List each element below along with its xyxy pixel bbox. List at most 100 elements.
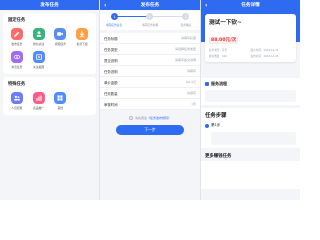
task-type-label: 商品推广: [33, 106, 45, 110]
screenshot-icon: [32, 51, 45, 63]
service-flow-header: 服务流程: [201, 78, 300, 90]
step-track-done: [114, 16, 150, 17]
rules-link[interactable]: 《任务发布规则》: [147, 116, 171, 120]
task-type-label: 关注截图: [33, 65, 45, 69]
task-type-label: 视频任务: [54, 42, 66, 46]
form-label: 单价金额: [104, 80, 118, 85]
service-flow-section: 服务流程: [201, 78, 300, 105]
more-tasks-title: 更多赚钱任务: [205, 154, 232, 159]
section-fixed-tasks: 固定任务 发布任务 微信关注 视频任务 投票下载浏览任务 关注截图: [3, 13, 96, 74]
task-type-label: 浏览任务: [11, 65, 23, 69]
task-type-item[interactable]: 视频任务: [50, 28, 72, 46]
agree-checkbox[interactable]: [128, 116, 133, 120]
form-label: 任务数量: [104, 91, 118, 96]
task-price: 88.00元/次: [209, 36, 239, 44]
form-row[interactable]: 任务说明 请填写: [100, 66, 200, 77]
form-row[interactable]: 单价金额 ≥0.3元: [100, 77, 200, 88]
form-label: 任务类型: [104, 47, 118, 52]
task-type-item[interactable]: 人员招募: [6, 92, 28, 110]
form-label: 提交说明: [104, 58, 118, 63]
download-icon: [76, 28, 89, 40]
form-row[interactable]: 任务类型 请选择任务类型: [100, 44, 200, 55]
grid-icon: [54, 92, 67, 104]
task-type-item[interactable]: 投票下载: [71, 28, 93, 46]
edit-icon: [10, 28, 23, 40]
chart-icon: [32, 92, 45, 104]
form-value[interactable]: 请填写标题: [181, 36, 196, 40]
meta-remaining: 剩余数量：100: [209, 55, 227, 58]
step-dot-icon: [205, 123, 209, 128]
form-row[interactable]: 任务标题 请填写标题: [100, 33, 200, 44]
panel3-title: 任务详情: [241, 3, 260, 8]
task-detail-panel: ‹ 任务详情 测试一下钦~ 88.00元/次 任务类型：任务 截止时间：2023…: [201, 0, 300, 200]
task-title: 测试一下钦~: [209, 20, 242, 26]
step-label-2: 填写任务步骤: [141, 23, 159, 27]
section-fixed-title: 固定任务: [8, 18, 26, 23]
task-type-item[interactable]: 微信关注: [28, 28, 50, 46]
step-label-1: 填写任务信息: [105, 23, 123, 27]
panel1-header: 发布任务: [0, 0, 99, 10]
service-flow-content: [205, 90, 296, 102]
task-type-item[interactable]: 关注截图: [28, 51, 50, 69]
form-row[interactable]: 审核时间 1天: [100, 99, 200, 110]
step-node-2: 2: [146, 13, 153, 20]
detail-hero: ‹ 任务详情 测试一下钦~ 88.00元/次 任务类型：任务 截止时间：2023…: [201, 0, 300, 62]
form-label: 任务标题: [104, 36, 118, 41]
next-button[interactable]: 下一步: [116, 125, 184, 135]
form-value[interactable]: 请选择任务类型: [175, 47, 196, 51]
step-label-3: 任务确认: [180, 23, 192, 27]
task-steps-section: 任务步骤 第1步: [201, 108, 300, 148]
meta-published: 发布时间：2023-12-01: [250, 55, 279, 58]
people-icon: [10, 92, 23, 104]
form-label: 审核时间: [104, 102, 118, 107]
section-special-tasks: 特殊任务 人员招募 商品推广 其他: [3, 77, 96, 115]
step-1-row: 第1步: [201, 121, 300, 130]
fixed-task-grid: 发布任务 微信关注 视频任务 投票下载浏览任务 关注截图: [6, 28, 93, 69]
progress-steps: 1 2 3 填写任务信息 填写任务步骤 任务确认: [100, 10, 200, 30]
task-type-label: 投票下载: [76, 42, 88, 46]
form-value[interactable]: 请填写: [187, 69, 196, 73]
form-label: 任务说明: [104, 69, 118, 74]
back-arrow-icon[interactable]: ‹: [205, 0, 207, 10]
form-row[interactable]: 任务数量 请填写: [100, 88, 200, 99]
publish-form-panel: ‹ 发布任务 1 2 3 填写任务信息 填写任务步骤 任务确认 任务标题 请填写标…: [100, 0, 200, 200]
meta-type: 任务类型：任务: [209, 49, 228, 52]
task-type-label: 发布任务: [11, 42, 23, 46]
service-flow-title: 服务流程: [211, 81, 227, 86]
step-node-3: 3: [182, 13, 189, 20]
form-value[interactable]: 请填写: [187, 91, 196, 95]
task-steps-title: 任务步骤: [205, 113, 227, 119]
service-flow-icon: [205, 82, 209, 86]
agreement-row[interactable]: 请先阅读 《任务发布规则》: [100, 116, 200, 120]
task-type-label: 人员招募: [11, 106, 23, 110]
form-value[interactable]: ≥0.3元: [186, 80, 196, 84]
video-icon: [54, 28, 67, 40]
panel2-header: ‹ 发布任务: [100, 0, 200, 10]
form-value[interactable]: 1天: [191, 102, 196, 106]
form-value[interactable]: 请填写提交说明: [175, 58, 196, 62]
step-1-label: 第1步: [211, 123, 221, 127]
task-type-label: 其他: [57, 106, 64, 110]
panel2-title: 发布任务: [140, 3, 160, 8]
task-type-item[interactable]: 商品推广: [28, 92, 50, 110]
back-arrow-icon[interactable]: ‹: [104, 0, 106, 10]
task-meta: 任务类型：任务 截止时间：2023-12-31 剩余数量：100 发布时间：20…: [209, 48, 292, 58]
panel1-title: 发布任务: [40, 3, 59, 8]
step-1-content: [211, 132, 296, 145]
panel3-header: ‹ 任务详情: [201, 0, 300, 10]
browse-icon: [10, 51, 23, 63]
task-type-item[interactable]: 发布任务: [6, 28, 28, 46]
task-type-item[interactable]: 浏览任务: [6, 51, 28, 69]
task-type-label: 微信关注: [33, 42, 45, 46]
follow-icon: [32, 28, 45, 40]
form-row[interactable]: 提交说明 请填写提交说明: [100, 55, 200, 66]
task-summary-card: 测试一下钦~ 88.00元/次 任务类型：任务 截止时间：2023-12-31 …: [205, 14, 296, 62]
meta-deadline: 截止时间：2023-12-31: [250, 49, 279, 52]
task-type-item[interactable]: 其他: [50, 92, 72, 110]
agree-text: 请先阅读: [134, 116, 147, 120]
more-tasks-list: [201, 161, 300, 189]
special-task-grid: 人员招募 商品推广 其他: [6, 92, 93, 110]
task-form: 任务标题 请填写标题 任务类型 请选择任务类型 提交说明 请填写提交说明 任务说明 请填写 单价…: [100, 33, 200, 110]
section-special-title: 特殊任务: [8, 82, 26, 87]
step-node-1: 1: [111, 13, 118, 20]
